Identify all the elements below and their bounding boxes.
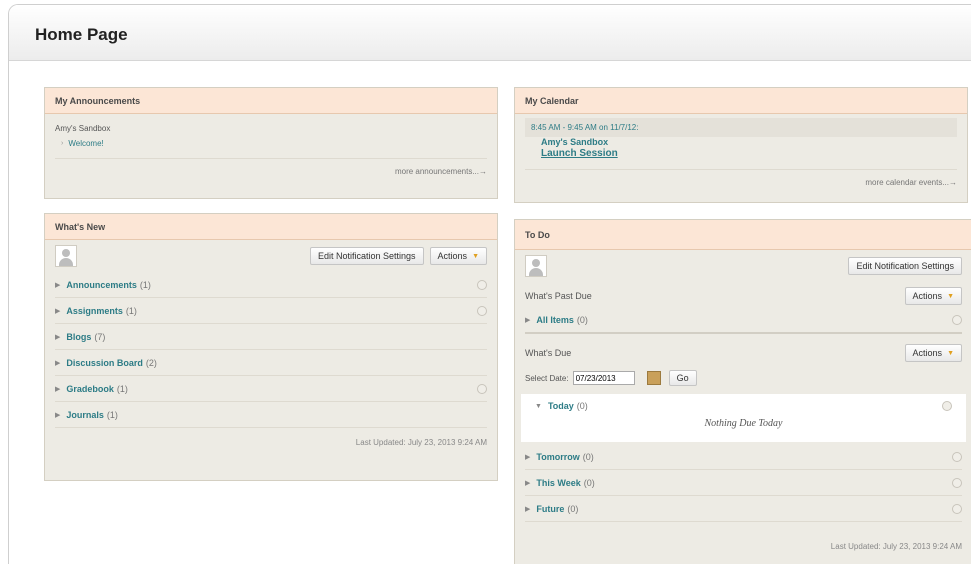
dismiss-icon[interactable] [952,315,962,325]
expand-triangle-icon: ▶ [55,411,61,419]
page-title: Home Page [35,25,128,44]
todo-title: To Do [515,220,971,250]
expand-triangle-icon: ▶ [55,307,61,315]
dismiss-icon[interactable] [477,305,487,316]
today-section: ▼ Today (0) Nothing Due Today [521,394,966,442]
last-updated: Last Updated: July 23, 2013 9:24 AM [355,438,487,447]
content-frame: Home Page My Announcements Amy's Sandbox… [8,4,971,564]
item-count: (1) [106,409,118,420]
list-item[interactable]: ▶ Discussion Board (2) [55,350,487,376]
select-date-label: Select Date: [525,373,569,383]
dismiss-icon[interactable] [952,477,962,488]
actions-button[interactable]: Actions ▼ [904,287,962,305]
item-label[interactable]: Announcements [66,280,137,290]
item-label[interactable]: Future [536,504,564,514]
announcement-item[interactable]: › Welcome! [55,139,487,148]
item-label[interactable]: All Items [536,315,574,325]
item-label[interactable]: Tomorrow [536,452,579,462]
past-due-heading: What's Past Due [525,291,592,301]
item-label[interactable]: Gradebook [66,384,114,394]
caret-down-icon: ▼ [947,292,954,300]
edit-notification-settings-button[interactable]: Edit Notification Settings [309,247,424,265]
list-item[interactable]: ▶ All Items (0) [525,308,962,334]
announcements-course: Amy's Sandbox [55,124,111,133]
dismiss-icon[interactable] [952,451,962,462]
expand-triangle-icon: ▶ [55,333,61,341]
dismiss-icon[interactable] [477,383,487,394]
item-label[interactable]: Journals [66,410,104,420]
whats-new-module: What's New Edit Notification Settings Ac… [44,213,498,481]
expand-triangle-icon: ▶ [525,317,531,324]
calendar-picker-icon[interactable] [646,371,661,385]
announcements-module: My Announcements Amy's Sandbox › Welcome… [44,87,498,199]
avatar [55,245,77,267]
item-label[interactable]: Assignments [66,306,123,316]
item-count: (2) [145,357,157,368]
caret-down-icon: ▼ [947,349,954,357]
announcements-title: My Announcements [45,88,497,114]
whats-due-heading: What's Due [525,348,572,358]
caret-down-icon: ▼ [472,252,479,260]
actions-label: Actions [437,251,468,261]
user-silhouette-icon [528,258,544,276]
last-updated: Last Updated: July 23, 2013 9:24 AM [830,542,962,551]
calendar-time: 8:45 AM - 9:45 AM on 11/7/12: [531,123,639,132]
item-count: (0) [583,477,595,488]
expand-triangle-icon: ▶ [525,453,531,461]
expand-triangle-icon: ▶ [55,385,61,393]
item-count: (7) [94,331,106,342]
list-item[interactable]: ▶ This Week (0) [525,470,962,496]
item-count: (0) [567,503,579,514]
list-item[interactable]: ▶ Gradebook (1) [55,376,487,402]
list-item[interactable]: ▶ Future (0) [525,496,962,522]
go-button[interactable]: Go [668,370,697,386]
item-label[interactable]: This Week [536,478,580,488]
item-label[interactable]: Discussion Board [66,358,143,368]
todo-module: To Do Edit Notification Settings What's … [514,219,971,564]
page-header: Home Page [9,5,971,61]
item-count: (0) [582,451,594,462]
dismiss-icon[interactable] [952,503,962,514]
list-item[interactable]: ▶ Announcements (1) [55,272,487,298]
expand-triangle-icon: ▶ [55,281,61,289]
collapse-triangle-icon[interactable]: ▼ [535,403,542,410]
list-item[interactable]: ▶ Tomorrow (0) [525,444,962,470]
announcement-link[interactable]: Welcome! [68,139,103,148]
more-calendar-events-link[interactable]: more calendar events...→ [525,170,957,195]
today-count: (0) [576,401,588,411]
actions-label: Actions [912,291,943,301]
avatar [525,255,547,277]
expand-triangle-icon: ▶ [525,505,531,513]
expand-triangle-icon: ▶ [525,479,531,487]
item-count: (1) [116,383,128,394]
edit-notification-settings-button[interactable]: Edit Notification Settings [848,257,962,275]
item-label[interactable]: Blogs [66,332,91,342]
list-item[interactable]: ▶ Assignments (1) [55,298,487,324]
actions-button[interactable]: Actions ▼ [429,247,487,265]
item-count: (1) [139,279,151,290]
calendar-course: Amy's Sandbox [541,137,609,147]
actions-label: Actions [912,348,943,358]
item-count: (1) [125,305,137,316]
actions-button[interactable]: Actions ▼ [904,344,962,362]
list-item[interactable]: ▶ Journals (1) [55,402,487,428]
item-count: (0) [576,315,588,325]
today-label[interactable]: Today [548,401,574,411]
whats-new-title: What's New [45,214,497,240]
more-announcements-link[interactable]: more announcements...→ [55,159,487,184]
calendar-time-bar: 8:45 AM - 9:45 AM on 11/7/12: [525,118,957,137]
user-silhouette-icon [58,248,74,266]
calendar-title: My Calendar [515,88,967,114]
list-item[interactable]: ▶ Blogs (7) [55,324,487,350]
dismiss-icon[interactable] [477,279,487,290]
date-input[interactable] [572,371,635,385]
dismiss-icon[interactable] [942,401,952,411]
expand-triangle-icon: ▶ [55,359,61,367]
chevron-right-icon: › [61,140,64,147]
nothing-due-message: Nothing Due Today [704,418,783,429]
calendar-event-link[interactable]: Launch Session [541,148,957,159]
calendar-module: My Calendar 8:45 AM - 9:45 AM on 11/7/12… [514,87,968,203]
